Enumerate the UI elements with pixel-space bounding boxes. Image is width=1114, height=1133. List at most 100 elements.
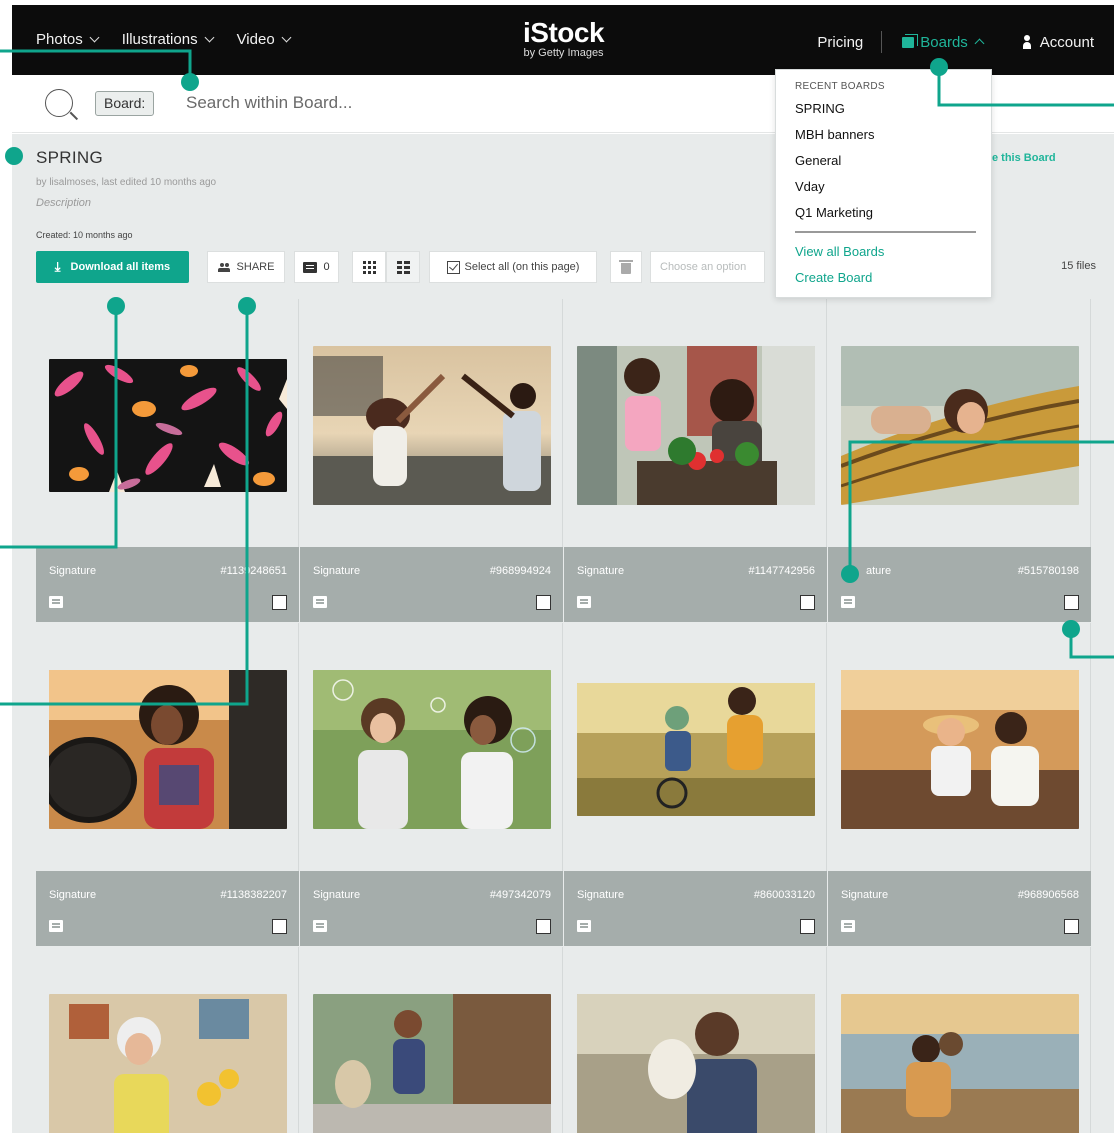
- select-checkbox[interactable]: [272, 919, 287, 934]
- boards-icon: [902, 33, 919, 48]
- select-checkbox[interactable]: [272, 595, 287, 610]
- card-asset-id[interactable]: #515780198: [1018, 565, 1079, 577]
- share-label: SHARE: [236, 261, 275, 273]
- recent-board-item[interactable]: MBH banners: [795, 127, 874, 142]
- comments-count: 0: [323, 261, 330, 273]
- thumbnail-woman-driving[interactable]: [49, 670, 287, 829]
- nav-account[interactable]: Account: [1022, 33, 1094, 51]
- grid-view-button[interactable]: [352, 251, 386, 283]
- board-description[interactable]: Description: [36, 197, 91, 209]
- thumbnail-mother-daughter-plants[interactable]: [577, 346, 815, 505]
- select-checkbox[interactable]: [1064, 919, 1079, 934]
- recent-board-item[interactable]: SPRING: [795, 101, 845, 116]
- mosaic-view-button[interactable]: [386, 251, 420, 283]
- thumbnail-woman-hammock[interactable]: [841, 346, 1079, 505]
- search-icon-handle: [69, 111, 79, 120]
- board-title[interactable]: SPRING: [36, 148, 103, 168]
- card-asset-id[interactable]: #968994924: [490, 565, 551, 577]
- image-card[interactable]: [36, 947, 299, 1133]
- comment-icon[interactable]: [577, 920, 591, 932]
- card-footer: Signature #968994924: [300, 547, 563, 622]
- nav-pricing[interactable]: Pricing: [817, 34, 863, 51]
- board-created: Created: 10 months ago: [36, 230, 133, 240]
- thumbnail-girls-bubbles[interactable]: [313, 670, 551, 829]
- comment-icon[interactable]: [577, 596, 591, 608]
- board-scope-chip[interactable]: Board:: [95, 91, 155, 116]
- logo-wordmark: iStock: [523, 17, 605, 48]
- image-card[interactable]: Signature #1138382207: [36, 623, 299, 946]
- thumbnail-floral-pattern[interactable]: [49, 359, 287, 492]
- view-all-boards-link[interactable]: View all Boards: [795, 244, 884, 259]
- nav-photos-label: Photos: [36, 31, 83, 48]
- card-collection: ature: [866, 565, 892, 577]
- select-checkbox[interactable]: [800, 595, 815, 610]
- comment-icon[interactable]: [313, 596, 327, 608]
- select-checkbox[interactable]: [536, 919, 551, 934]
- nav-categories: Photos Illustrations Video: [36, 31, 292, 48]
- download-all-button[interactable]: ⤓ Download all items: [36, 251, 189, 283]
- card-asset-id[interactable]: #1138382207: [221, 889, 287, 901]
- image-card[interactable]: [564, 947, 827, 1133]
- share-board-link[interactable]: e this Board: [992, 152, 1056, 164]
- select-checkbox[interactable]: [1064, 595, 1079, 610]
- card-footer: Signature #1138382207: [36, 871, 299, 946]
- card-footer: Signature #497342079: [300, 871, 563, 946]
- thumbnail-couple-dancing[interactable]: [313, 346, 551, 505]
- card-collection: Signature: [49, 565, 97, 577]
- create-board-link[interactable]: Create Board: [795, 270, 872, 285]
- image-card[interactable]: Signature #497342079: [300, 623, 563, 946]
- select-checkbox[interactable]: [800, 919, 815, 934]
- card-asset-id[interactable]: #860033120: [754, 889, 815, 901]
- image-card[interactable]: ature #515780198: [828, 299, 1091, 622]
- card-asset-id[interactable]: #1139248651: [221, 565, 287, 577]
- nav-video[interactable]: Video: [236, 31, 292, 48]
- select-all-label: Select all (on this page): [464, 261, 580, 273]
- search-input[interactable]: [186, 88, 606, 118]
- nav-photos[interactable]: Photos: [36, 31, 100, 48]
- image-card[interactable]: Signature #968906568: [828, 623, 1091, 946]
- comment-icon[interactable]: [49, 596, 63, 608]
- card-asset-id[interactable]: #1147742956: [749, 565, 815, 577]
- share-button[interactable]: SHARE: [207, 251, 285, 283]
- top-navigation: Photos Illustrations Video iStock by Get…: [12, 5, 1114, 75]
- card-footer: Signature #860033120: [564, 871, 827, 946]
- image-card[interactable]: Signature #860033120: [564, 623, 827, 946]
- nav-video-label: Video: [236, 31, 275, 48]
- thumbnail-woman-flowers[interactable]: [49, 994, 287, 1133]
- action-select[interactable]: Choose an option: [650, 251, 765, 283]
- card-collection: Signature: [577, 565, 625, 577]
- nav-illustrations[interactable]: Illustrations: [122, 31, 215, 48]
- comment-icon[interactable]: [841, 920, 855, 932]
- mosaic-icon: [396, 260, 410, 274]
- select-checkbox[interactable]: [536, 595, 551, 610]
- card-asset-id[interactable]: #968906568: [1018, 889, 1079, 901]
- person-icon: [1022, 35, 1031, 49]
- thumbnail-child-bike[interactable]: [577, 683, 815, 816]
- recent-board-item[interactable]: Q1 Marketing: [795, 205, 873, 220]
- thumbnail-man-dog-running[interactable]: [313, 994, 551, 1133]
- comment-icon[interactable]: [49, 920, 63, 932]
- thumbnail-couple-car[interactable]: [841, 670, 1079, 829]
- comments-button[interactable]: 0: [294, 251, 339, 283]
- people-icon: [217, 262, 230, 272]
- image-card[interactable]: Signature #968994924: [300, 299, 563, 622]
- comment-icon[interactable]: [841, 596, 855, 608]
- select-all-button[interactable]: Select all (on this page): [429, 251, 597, 283]
- recent-board-item[interactable]: General: [795, 153, 841, 168]
- boards-dropdown: RECENT BOARDS SPRING MBH banners General…: [775, 69, 992, 298]
- comment-icon[interactable]: [313, 920, 327, 932]
- delete-button[interactable]: [610, 251, 642, 283]
- thumbnail-man-dog-hug[interactable]: [577, 994, 815, 1133]
- search-icon[interactable]: [45, 89, 73, 117]
- recent-board-item[interactable]: Vday: [795, 179, 825, 194]
- nav-account-label: Account: [1039, 33, 1094, 51]
- image-card[interactable]: Signature #1147742956: [564, 299, 827, 622]
- image-card[interactable]: [300, 947, 563, 1133]
- image-card[interactable]: Signature #1139248651: [36, 299, 299, 622]
- card-asset-id[interactable]: #497342079: [490, 889, 551, 901]
- image-card[interactable]: [828, 947, 1091, 1133]
- nav-boards[interactable]: Boards: [902, 33, 985, 51]
- nav-divider: [881, 31, 883, 53]
- thumbnail-couple-lake[interactable]: [841, 994, 1079, 1133]
- istock-logo[interactable]: iStock by Getty Images: [523, 17, 605, 60]
